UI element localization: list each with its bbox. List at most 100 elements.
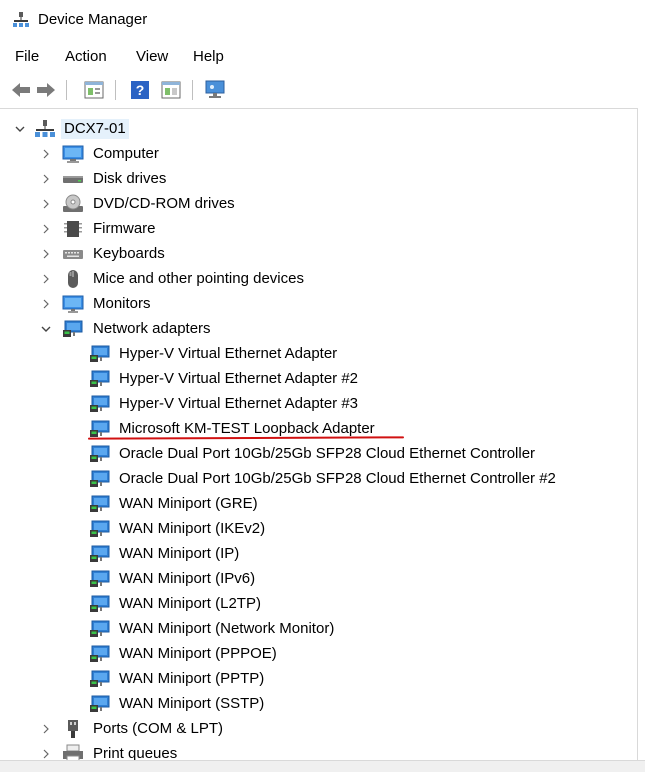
tree-item-label: Oracle Dual Port 10Gb/25Gb SFP28 Cloud E… — [119, 445, 536, 462]
tree-root-dcx7-01[interactable]: DCX7-01 — [0, 117, 637, 142]
network-adapter-icon — [89, 419, 111, 439]
tree-item-label: WAN Miniport (PPTP) — [119, 670, 265, 687]
tree-device-hyper-v-virtual-ethernet-adapter-2[interactable]: Hyper-V Virtual Ethernet Adapter #2 — [0, 367, 637, 392]
network-adapter-icon — [89, 369, 111, 389]
tree-item-label: Computer — [93, 145, 159, 162]
network-adapter-icon — [89, 594, 111, 614]
disk-drive-icon — [62, 169, 84, 189]
chevron-right-icon[interactable] — [40, 222, 52, 234]
toolbar-separator — [192, 80, 193, 100]
tree-item-label: WAN Miniport (IPv6) — [119, 570, 256, 587]
svg-text:?: ? — [136, 82, 145, 98]
tree-item-label: Ports (COM & LPT) — [93, 720, 224, 737]
status-bar — [0, 760, 645, 772]
tree-device-wan-miniport-ipv6[interactable]: WAN Miniport (IPv6) — [0, 567, 637, 592]
network-adapter-icon — [89, 644, 111, 664]
port-icon — [62, 719, 84, 739]
forward-arrow-icon[interactable] — [35, 79, 57, 101]
tree-device-wan-miniport-gre[interactable]: WAN Miniport (GRE) — [0, 492, 637, 517]
tree-device-hyper-v-virtual-ethernet-adapter[interactable]: Hyper-V Virtual Ethernet Adapter — [0, 342, 637, 367]
tree-item-label: Hyper-V Virtual Ethernet Adapter #2 — [119, 370, 359, 387]
tree-item-label: DCX7-01 — [61, 119, 129, 139]
tree-category-network-adapters[interactable]: Network adapters — [0, 317, 637, 342]
chevron-right-icon[interactable] — [40, 247, 52, 259]
tree-device-oracle-dual-port-10gb-25gb-sfp28-cloud-ethernet-controller[interactable]: Oracle Dual Port 10Gb/25Gb SFP28 Cloud E… — [0, 442, 637, 467]
tree-item-label: WAN Miniport (IKEv2) — [119, 520, 266, 537]
tree-category-ports-com-lpt[interactable]: Ports (COM & LPT) — [0, 717, 637, 742]
tree-device-wan-miniport-pptp[interactable]: WAN Miniport (PPTP) — [0, 667, 637, 692]
menu-view[interactable]: View — [136, 48, 168, 65]
title-bar: Device Manager — [0, 0, 645, 40]
tree-item-label: Mice and other pointing devices — [93, 270, 304, 287]
tree-item-label: WAN Miniport (L2TP) — [119, 595, 261, 612]
network-adapter-icon — [89, 569, 111, 589]
tree-item-label: Keyboards — [93, 245, 165, 262]
tree-category-disk-drives[interactable]: Disk drives — [0, 167, 637, 192]
chevron-right-icon[interactable] — [40, 747, 52, 759]
computer-network-icon — [34, 119, 56, 139]
firmware-icon — [62, 219, 84, 239]
tree-item-label: DVD/CD-ROM drives — [93, 195, 235, 212]
chevron-right-icon[interactable] — [40, 272, 52, 284]
device-manager-icon — [13, 12, 29, 27]
tree-device-wan-miniport-sstp[interactable]: WAN Miniport (SSTP) — [0, 692, 637, 717]
tree-category-mice-and-other-pointing-devices[interactable]: Mice and other pointing devices — [0, 267, 637, 292]
tree-device-oracle-dual-port-10gb-25gb-sfp28-cloud-ethernet-controller-2[interactable]: Oracle Dual Port 10Gb/25Gb SFP28 Cloud E… — [0, 467, 637, 492]
tree-item-label: WAN Miniport (GRE) — [119, 495, 258, 512]
network-adapter-icon — [89, 394, 111, 414]
tree-item-label: Print queues — [93, 745, 178, 761]
menu-action[interactable]: Action — [65, 48, 107, 65]
tree-device-wan-miniport-ikev2[interactable]: WAN Miniport (IKEv2) — [0, 517, 637, 542]
toolbar-separator — [66, 80, 67, 100]
tree-device-wan-miniport-ip[interactable]: WAN Miniport (IP) — [0, 542, 637, 567]
tree-category-firmware[interactable]: Firmware — [0, 217, 637, 242]
tree-category-monitors[interactable]: Monitors — [0, 292, 637, 317]
chevron-right-icon[interactable] — [40, 197, 52, 209]
tree-item-label: Disk drives — [93, 170, 167, 187]
tree-item-label: Oracle Dual Port 10Gb/25Gb SFP28 Cloud E… — [119, 470, 556, 487]
tree-device-wan-miniport-l2tp[interactable]: WAN Miniport (L2TP) — [0, 592, 637, 617]
tree-category-computer[interactable]: Computer — [0, 142, 637, 167]
help-icon[interactable]: ? — [129, 79, 151, 101]
network-adapter-icon — [89, 469, 111, 489]
computer-icon — [62, 144, 84, 164]
printer-icon — [62, 744, 84, 761]
menu-file[interactable]: File — [15, 48, 39, 65]
tree-device-wan-miniport-pppoe[interactable]: WAN Miniport (PPPOE) — [0, 642, 637, 667]
properties-icon[interactable] — [83, 79, 105, 101]
chevron-right-icon[interactable] — [40, 297, 52, 309]
tree-device-hyper-v-virtual-ethernet-adapter-3[interactable]: Hyper-V Virtual Ethernet Adapter #3 — [0, 392, 637, 417]
chevron-down-icon[interactable] — [40, 322, 52, 334]
network-adapter-icon — [89, 669, 111, 689]
toolbar: ? — [0, 76, 645, 104]
tree-item-label: Monitors — [93, 295, 151, 312]
toolbar-separator — [115, 80, 116, 100]
network-adapter-icon — [89, 694, 111, 714]
tree-category-dvd-cd-rom-drives[interactable]: DVD/CD-ROM drives — [0, 192, 637, 217]
network-adapter-icon — [89, 444, 111, 464]
tree-category-print-queues[interactable]: Print queues — [0, 742, 637, 761]
mouse-icon — [62, 269, 84, 289]
back-arrow-icon[interactable] — [10, 79, 32, 101]
keyboard-icon — [62, 244, 84, 264]
network-adapter-icon — [62, 319, 84, 339]
chevron-down-icon[interactable] — [14, 122, 26, 134]
tree-item-label: WAN Miniport (PPPOE) — [119, 645, 277, 662]
network-adapter-icon — [89, 344, 111, 364]
chevron-right-icon[interactable] — [40, 172, 52, 184]
network-adapter-icon — [89, 544, 111, 564]
tree-item-label: WAN Miniport (IP) — [119, 545, 240, 562]
tree-item-label: Hyper-V Virtual Ethernet Adapter #3 — [119, 395, 359, 412]
menu-help[interactable]: Help — [193, 48, 224, 65]
update-driver-icon[interactable] — [160, 79, 182, 101]
chevron-right-icon[interactable] — [40, 722, 52, 734]
tree-item-label: Firmware — [93, 220, 156, 237]
network-adapter-icon — [89, 494, 111, 514]
tree-category-keyboards[interactable]: Keyboards — [0, 242, 637, 267]
monitor-scan-icon[interactable] — [204, 79, 226, 101]
tree-device-wan-miniport-network-monitor[interactable]: WAN Miniport (Network Monitor) — [0, 617, 637, 642]
tree-item-label: Network adapters — [93, 320, 211, 337]
window-title: Device Manager — [38, 11, 148, 28]
device-tree: DCX7-01 Computer Disk drives DVD/CD-ROM dri… — [0, 108, 638, 761]
chevron-right-icon[interactable] — [40, 147, 52, 159]
